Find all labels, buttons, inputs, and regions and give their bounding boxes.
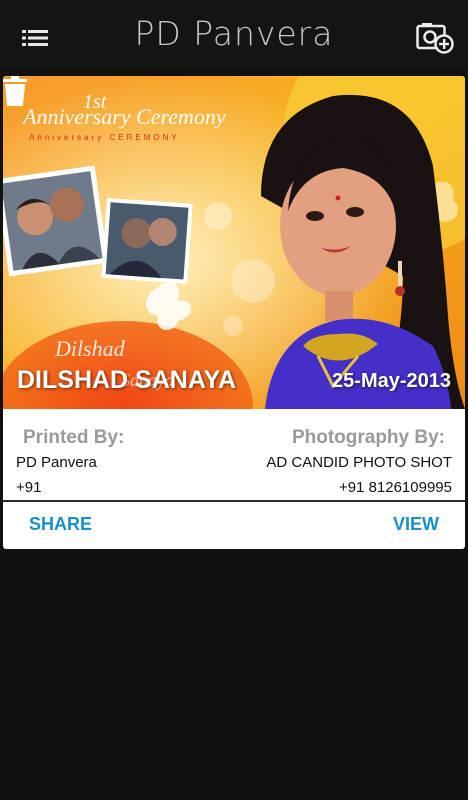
- trash-icon[interactable]: [3, 76, 27, 106]
- photographer-name: AD CANDID PHOTO SHOT: [266, 454, 452, 471]
- couple-photo-2: [101, 197, 193, 284]
- printed-by-label: Printed By:: [23, 427, 125, 448]
- invitation-card: 1st Anniversary Ceremony Anniversary CER…: [3, 76, 465, 549]
- card-image[interactable]: 1st Anniversary Ceremony Anniversary CER…: [3, 76, 465, 409]
- share-button[interactable]: SHARE: [29, 514, 92, 535]
- date-overlay: 25-May-2013: [332, 370, 451, 392]
- ceremony-subtitle: Anniversary CEREMONY: [29, 133, 180, 142]
- printer-name: PD Panvera: [16, 454, 97, 471]
- ceremony-title: Anniversary Ceremony: [21, 104, 226, 129]
- app-title: PD Panvera: [134, 14, 334, 53]
- credits-section: Printed By: Photography By: PD Panvera +…: [3, 409, 465, 500]
- photographer-phone: +91 8126109995: [338, 479, 452, 496]
- app-bar: PD Panvera: [0, 0, 468, 70]
- printer-phone: +91: [16, 479, 42, 496]
- add-photo-icon[interactable]: [416, 22, 454, 54]
- card-actions: SHARE VIEW: [3, 502, 465, 549]
- photography-by-label: Photography By:: [291, 427, 445, 448]
- couple-script: Dilshad: [54, 336, 126, 361]
- couple-photo-1: [3, 165, 109, 277]
- view-button[interactable]: VIEW: [393, 514, 439, 535]
- invitation-artwork: 1st Anniversary Ceremony Anniversary CER…: [3, 76, 465, 409]
- name-overlay: DILSHAD SANAYA: [17, 366, 237, 394]
